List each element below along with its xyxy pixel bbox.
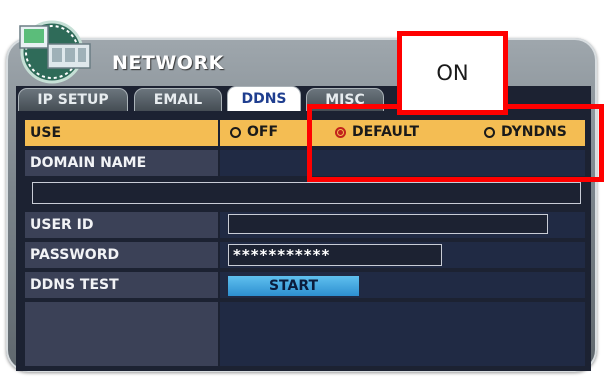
user-id-label: USER ID <box>25 212 218 238</box>
tab-label: EMAIL <box>153 92 203 108</box>
use-label: USE <box>25 120 218 146</box>
network-device-icon <box>19 20 91 84</box>
highlight-box <box>307 104 604 182</box>
radio-off-icon <box>230 126 241 138</box>
row-empty <box>22 302 587 370</box>
window-title: NETWORK <box>112 52 224 74</box>
tab-email[interactable]: EMAIL <box>134 88 222 111</box>
empty-label-cell <box>25 302 218 366</box>
domain-name-label: DOMAIN NAME <box>25 150 218 176</box>
empty-value-cell <box>220 302 585 366</box>
use-option-off[interactable]: OFF <box>230 124 278 140</box>
password-label: PASSWORD <box>25 242 218 268</box>
on-annotation: ON <box>397 31 508 115</box>
option-label: OFF <box>247 124 279 140</box>
ddns-test-label: DDNS TEST <box>25 272 218 298</box>
annotation-label: ON <box>436 61 469 85</box>
tab-ddns[interactable]: DDNS <box>227 86 301 111</box>
tab-label: DDNS <box>241 91 287 107</box>
tab-label: IP SETUP <box>37 92 109 108</box>
user-id-field[interactable] <box>228 214 548 234</box>
tab-ip-setup[interactable]: IP SETUP <box>18 88 128 111</box>
domain-name-field[interactable] <box>32 182 581 204</box>
password-field[interactable]: *********** <box>228 244 442 266</box>
start-button[interactable]: START <box>228 276 359 296</box>
